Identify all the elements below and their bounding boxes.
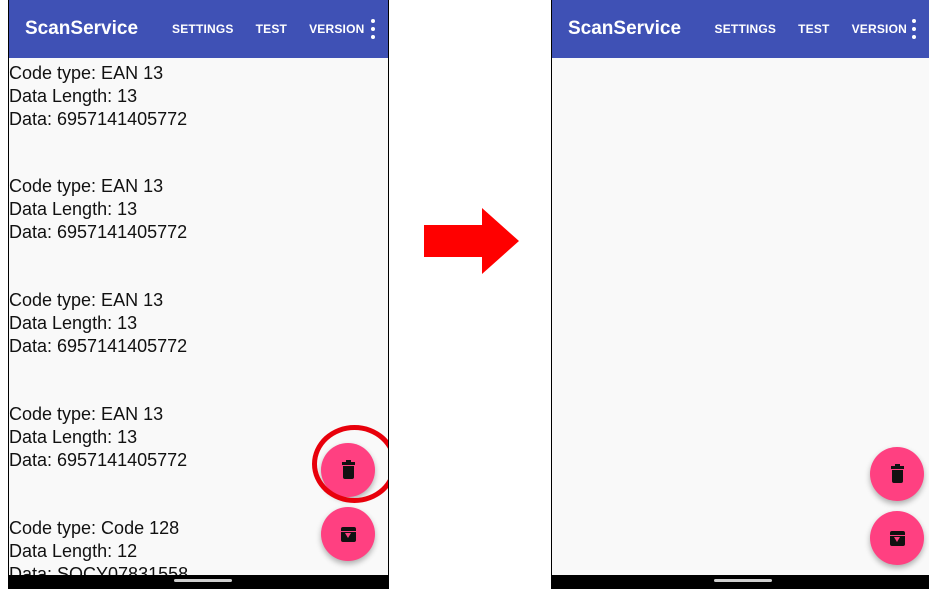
system-nav-bar <box>552 575 929 589</box>
menu-version[interactable]: VERSION <box>852 22 907 36</box>
archive-fab[interactable] <box>870 511 924 565</box>
home-handle[interactable] <box>714 579 772 582</box>
app-title: ScanService <box>25 18 139 39</box>
list-item: Code type: EAN 13 Data Length: 13 Data: … <box>9 62 388 134</box>
list-item: Code type: EAN 13 Data Length: 13 Data: … <box>9 175 388 247</box>
menu-test[interactable]: TEST <box>256 22 287 36</box>
menu-version[interactable]: VERSION <box>309 22 364 36</box>
trash-icon <box>890 463 904 483</box>
scan-result-list[interactable]: Code type: EAN 13 Data Length: 13 Data: … <box>9 58 388 575</box>
code-type-text: Code type: EAN 13 <box>9 176 164 196</box>
app-bar: ScanService SETTINGS TEST VERSION <box>552 0 929 58</box>
list-item: Code type: EAN 13 Data Length: 13 Data: … <box>9 289 388 361</box>
archive-icon <box>889 530 905 546</box>
more-vert-icon[interactable] <box>911 19 917 39</box>
highlight-circle <box>312 425 388 503</box>
code-type-text: Code type: EAN 13 <box>9 63 164 83</box>
data-text: Data: 6957141405772 <box>9 222 188 242</box>
data-text: Data: SOCY07831558 <box>9 564 189 575</box>
after-screen: ScanService SETTINGS TEST VERSION <box>551 0 929 589</box>
app-title: ScanService <box>568 18 682 39</box>
home-handle[interactable] <box>174 579 232 582</box>
before-screen: ScanService SETTINGS TEST VERSION Code t… <box>8 0 389 589</box>
data-text: Data: 6957141405772 <box>9 336 188 356</box>
app-bar: ScanService SETTINGS TEST VERSION <box>9 0 388 58</box>
delete-fab[interactable] <box>870 447 924 501</box>
code-type-text: Code type: EAN 13 <box>9 290 164 310</box>
archive-icon <box>340 526 356 542</box>
transition-arrow-icon <box>424 208 519 274</box>
archive-fab[interactable] <box>321 507 375 561</box>
code-type-text: Code type: EAN 13 <box>9 404 164 424</box>
menu-settings[interactable]: SETTINGS <box>172 22 234 36</box>
data-length-text: Data Length: 13 <box>9 199 138 219</box>
menu-settings[interactable]: SETTINGS <box>715 22 777 36</box>
data-text: Data: 6957141405772 <box>9 109 188 129</box>
system-nav-bar <box>9 575 388 589</box>
menu-test[interactable]: TEST <box>798 22 829 36</box>
data-length-text: Data Length: 13 <box>9 313 138 333</box>
more-vert-icon[interactable] <box>370 19 376 39</box>
scan-result-list-empty[interactable] <box>552 58 929 575</box>
data-length-text: Data Length: 13 <box>9 86 138 106</box>
